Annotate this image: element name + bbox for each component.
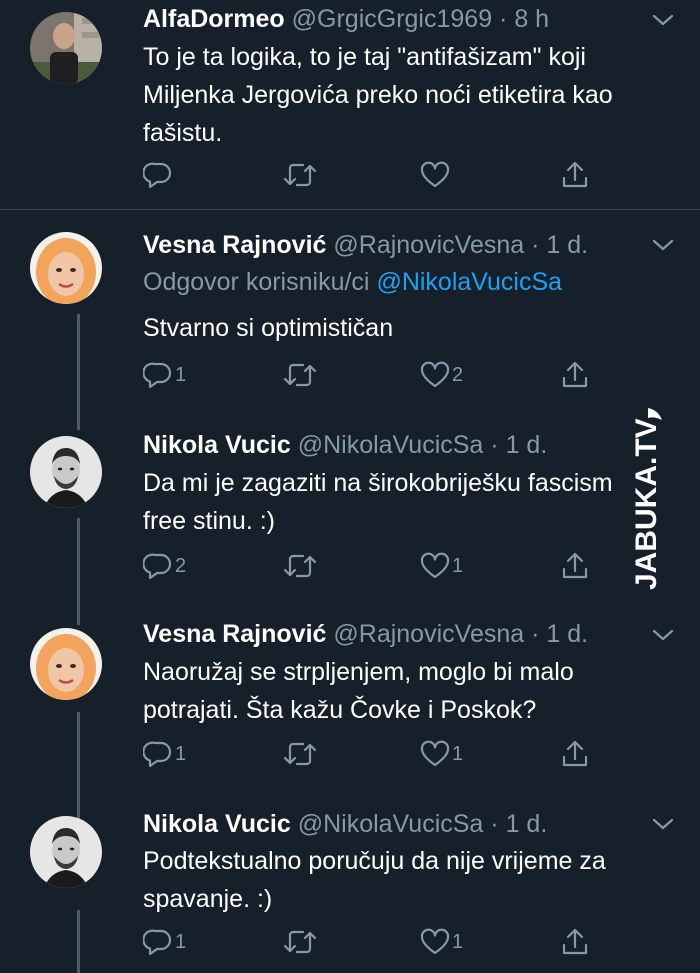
- heart-icon: [420, 161, 450, 188]
- avatar[interactable]: [30, 232, 102, 304]
- reply-button[interactable]: 2: [143, 548, 186, 584]
- tweet-actions: 1 1: [0, 736, 700, 772]
- display-name[interactable]: Vesna Rajnović: [143, 620, 326, 648]
- retweet-icon: [283, 742, 317, 766]
- avatar[interactable]: [30, 816, 102, 888]
- reply-icon: [143, 929, 172, 956]
- reply-icon: [143, 362, 172, 389]
- handle[interactable]: @NikolaVucicSa: [298, 810, 484, 838]
- handle[interactable]: @GrgicGrgic1969: [292, 5, 492, 33]
- reply-button[interactable]: [143, 157, 175, 193]
- like-button[interactable]: 1: [420, 548, 463, 584]
- timestamp[interactable]: 1 d.: [546, 620, 588, 648]
- like-count: 1: [452, 554, 464, 577]
- heart-icon: [420, 740, 450, 767]
- heart-icon: [420, 361, 450, 388]
- share-button[interactable]: [560, 548, 590, 584]
- handle[interactable]: @RajnovicVesna: [333, 620, 524, 648]
- reply-button[interactable]: 1: [143, 924, 186, 960]
- reply-icon: [143, 553, 172, 580]
- retweet-icon: [283, 363, 317, 387]
- separator: ·: [490, 431, 499, 459]
- display-name[interactable]: Nikola Vucic: [143, 810, 291, 838]
- like-button[interactable]: [420, 157, 452, 193]
- reply-button[interactable]: 1: [143, 357, 186, 393]
- avatar[interactable]: [30, 12, 102, 84]
- share-icon: [562, 552, 588, 579]
- heart-icon: [420, 552, 450, 579]
- tweet-header: Nikola Vucic @NikolaVucicSa · 1 d.: [143, 430, 547, 460]
- watermark-logo: JABUKA.TV: [612, 390, 682, 600]
- display-name[interactable]: Nikola Vucic: [143, 431, 291, 459]
- retweet-button[interactable]: [283, 357, 317, 393]
- like-count: 1: [452, 742, 464, 765]
- tweet-actions: 1 1: [0, 924, 700, 960]
- like-count: 1: [452, 930, 464, 953]
- chevron-down-icon[interactable]: [650, 816, 676, 832]
- reply-context: Odgovor korisniku/ci @NikolaVucicSa: [143, 267, 562, 297]
- handle[interactable]: @NikolaVucicSa: [298, 431, 484, 459]
- timestamp[interactable]: 1 d.: [506, 810, 548, 838]
- chevron-down-icon[interactable]: [650, 237, 676, 253]
- retweet-button[interactable]: [283, 548, 317, 584]
- share-icon: [562, 740, 588, 767]
- reply-count: 2: [175, 554, 187, 577]
- divider: [0, 209, 700, 210]
- reply-count: 1: [175, 930, 187, 953]
- retweet-button[interactable]: [283, 736, 317, 772]
- timestamp[interactable]: 1 d.: [506, 431, 548, 459]
- reply-mention-link[interactable]: @NikolaVucicSa: [376, 268, 562, 296]
- retweet-button[interactable]: [283, 157, 317, 193]
- share-button[interactable]: [560, 736, 590, 772]
- tweet-text: Stvarno si optimističan: [143, 314, 394, 342]
- tweet-actions: 2 1: [0, 548, 700, 584]
- share-icon: [562, 161, 588, 188]
- retweet-icon: [283, 554, 317, 578]
- chevron-down-icon[interactable]: [650, 12, 676, 28]
- heart-icon: [420, 928, 450, 955]
- separator: ·: [499, 5, 508, 33]
- like-button[interactable]: 1: [420, 924, 463, 960]
- watermark-brand: JABUKA.TV: [630, 418, 663, 590]
- share-button[interactable]: [560, 157, 590, 193]
- separator: ·: [531, 620, 540, 648]
- timestamp[interactable]: 1 d.: [546, 231, 588, 259]
- timestamp[interactable]: 8 h: [514, 5, 549, 33]
- reply-icon: [143, 162, 172, 189]
- tweet-text: Naoružaj se strpljenjem, moglo bi malo p…: [143, 658, 574, 724]
- tweet-text: Da mi je zagaziti na širokobriješku fasc…: [143, 469, 613, 535]
- display-name[interactable]: Vesna Rajnović: [143, 231, 326, 259]
- reply-icon: [143, 741, 172, 768]
- tweet-header: AlfaDormeo @GrgicGrgic1969 · 8 h: [143, 4, 549, 34]
- retweet-icon: [283, 930, 317, 954]
- retweet-button[interactable]: [283, 924, 317, 960]
- tweet-header: Nikola Vucic @NikolaVucicSa · 1 d.: [143, 809, 547, 839]
- separator: ·: [531, 231, 540, 259]
- display-name[interactable]: AlfaDormeo: [143, 5, 285, 33]
- share-button[interactable]: [560, 924, 590, 960]
- share-icon: [562, 361, 588, 388]
- share-icon: [562, 928, 588, 955]
- like-button[interactable]: 2: [420, 357, 463, 393]
- chevron-down-icon[interactable]: [650, 627, 676, 643]
- reply-button[interactable]: 1: [143, 736, 186, 772]
- handle[interactable]: @RajnovicVesna: [333, 231, 524, 259]
- retweet-icon: [283, 163, 317, 187]
- share-button[interactable]: [560, 357, 590, 393]
- like-button[interactable]: 1: [420, 736, 463, 772]
- avatar[interactable]: [30, 628, 102, 700]
- tweet-header: Vesna Rajnović @RajnovicVesna · 1 d.: [143, 230, 588, 260]
- reply-count: 1: [175, 742, 187, 765]
- tweet-text: To je ta logika, to je taj "antifašizam"…: [143, 43, 613, 147]
- avatar[interactable]: [30, 436, 102, 508]
- tweet-actions: 1 2: [0, 357, 700, 393]
- tweet-actions: [0, 157, 700, 193]
- tweet-header: Vesna Rajnović @RajnovicVesna · 1 d.: [143, 619, 588, 649]
- tweet-text: Podtekstualno poručuju da nije vrijeme z…: [143, 847, 606, 913]
- separator: ·: [490, 810, 499, 838]
- like-count: 2: [452, 363, 464, 386]
- reply-prefix: Odgovor korisniku/ci: [143, 268, 377, 296]
- reply-count: 1: [175, 363, 187, 386]
